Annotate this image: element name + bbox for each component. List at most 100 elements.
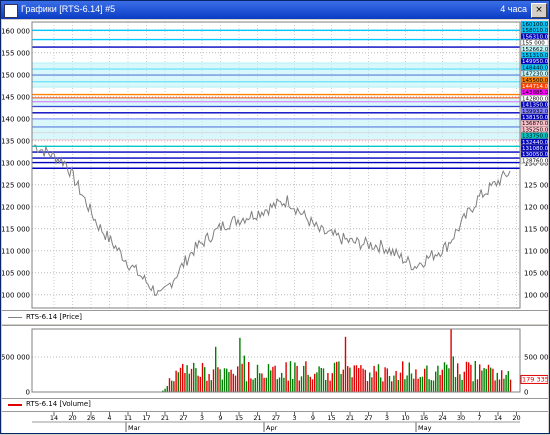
volume-bar <box>285 362 287 392</box>
volume-y-tick-left: 500 000 <box>2 354 30 362</box>
volume-bar <box>296 365 298 392</box>
volume-bar <box>435 371 437 392</box>
volume-bar <box>261 373 263 392</box>
volume-bar <box>278 377 281 392</box>
volume-bar <box>386 368 388 392</box>
volume-bar <box>432 380 435 392</box>
y-tick-label-left: 120 000 <box>2 203 30 211</box>
y-tick-label-right: 105 000 <box>524 269 548 277</box>
volume-bar <box>498 379 501 392</box>
close-button[interactable]: × <box>531 3 547 18</box>
volume-bar <box>272 366 274 392</box>
volume-bar <box>501 370 503 392</box>
day-tick-label: 14 <box>50 414 58 422</box>
volume-bar <box>195 368 197 392</box>
y-tick-label-left: 135 000 <box>2 137 30 145</box>
price-legend-label: RTS-6.14 [Price] <box>26 313 82 321</box>
volume-bar <box>437 365 439 392</box>
day-tick-label: 21 <box>253 414 261 422</box>
time-axis[interactable]: 14 20 26 4 11 17 21 27 3 9 15 21 27 3 9 15 21 27 3 10 16 24 30… <box>2 411 548 433</box>
price-panel[interactable]: 160 000160 000155 000155 000150 000150 0… <box>1 20 550 310</box>
volume-bar <box>173 381 175 392</box>
day-tick-label: 21 <box>161 414 169 422</box>
volume-bar <box>419 377 421 392</box>
volume-bar <box>311 379 314 392</box>
volume-bar <box>408 362 410 392</box>
volume-bar <box>206 380 208 392</box>
day-tick-label: 27 <box>179 414 187 422</box>
volume-bar <box>410 373 413 392</box>
window-title: Графики [RTS-6.14] #5 <box>21 4 116 14</box>
title-bar[interactable]: Графики [RTS-6.14] #5 4 часа × <box>1 1 549 19</box>
volume-bar <box>327 373 329 392</box>
volume-bar <box>168 378 171 392</box>
volume-bar <box>237 366 239 392</box>
volume-bar <box>406 375 408 392</box>
volume-legend-swatch <box>8 404 22 406</box>
volume-bar <box>336 361 338 392</box>
volume-bar <box>287 380 289 392</box>
day-tick-label: 3 <box>292 414 296 422</box>
volume-bar <box>182 363 184 392</box>
volume-bar <box>292 379 294 392</box>
volume-bar <box>349 367 351 392</box>
volume-bar <box>300 376 303 392</box>
volume-chart[interactable]: 500 000 500 000 0 0 179 335 <box>1 326 550 398</box>
volume-bar <box>426 365 428 392</box>
day-tick-label: 10 <box>401 414 409 422</box>
y-tick-label-right: 100 000 <box>524 291 548 299</box>
volume-bar <box>483 367 485 392</box>
volume-bar <box>316 372 318 392</box>
volume-bar <box>228 372 230 392</box>
volume-bar <box>443 362 446 392</box>
volume-bar <box>470 364 472 392</box>
volume-bar <box>267 364 270 392</box>
volume-bar <box>344 336 347 392</box>
volume-bar <box>303 365 305 392</box>
volume-bar <box>171 380 173 392</box>
volume-bar <box>441 369 443 392</box>
day-tick-label: 20 <box>68 414 76 422</box>
volume-bar <box>380 377 382 392</box>
volume-bar <box>362 368 364 392</box>
volume-bar <box>331 373 333 392</box>
volume-bar <box>294 362 296 392</box>
volume-bar <box>307 374 309 392</box>
volume-bar <box>305 361 307 392</box>
volume-bar <box>463 371 465 392</box>
day-tick-label: 15 <box>327 414 335 422</box>
volume-bar <box>219 369 221 392</box>
volume-bar <box>186 365 188 392</box>
y-tick-label-left: 150 000 <box>2 71 30 79</box>
y-tick-label-left: 155 000 <box>2 49 30 57</box>
volume-bar <box>199 376 201 392</box>
volume-bar <box>351 377 353 392</box>
volume-bar <box>217 367 219 392</box>
price-level-band <box>32 63 520 87</box>
volume-bar <box>358 368 360 392</box>
volume-bar <box>184 372 186 392</box>
volume-bar <box>274 365 276 392</box>
volume-bar <box>461 379 463 392</box>
volume-panel[interactable]: 500 000 500 000 0 0 179 335 <box>1 325 550 398</box>
y-tick-label-left: 145 000 <box>2 93 30 101</box>
price-level-band <box>32 98 520 107</box>
day-tick-label: 27 <box>272 414 280 422</box>
volume-bar <box>318 366 320 392</box>
volume-bar <box>371 377 373 392</box>
volume-bar <box>204 367 206 392</box>
volume-bar <box>221 379 223 392</box>
y-tick-label-left: 125 000 <box>2 181 30 189</box>
volume-bar <box>270 370 272 392</box>
volume-bar <box>338 361 340 392</box>
volume-bar <box>210 380 212 392</box>
volume-bar <box>424 368 426 392</box>
price-chart[interactable]: 160 000160 000155 000155 000150 000150 0… <box>1 20 550 310</box>
y-tick-label-right: 115 000 <box>524 225 548 233</box>
volume-bar <box>245 381 248 392</box>
volume-bar <box>366 381 369 392</box>
volume-bar <box>417 378 419 392</box>
volume-bar <box>485 368 487 392</box>
volume-bar <box>230 369 232 392</box>
volume-bar <box>193 362 195 392</box>
